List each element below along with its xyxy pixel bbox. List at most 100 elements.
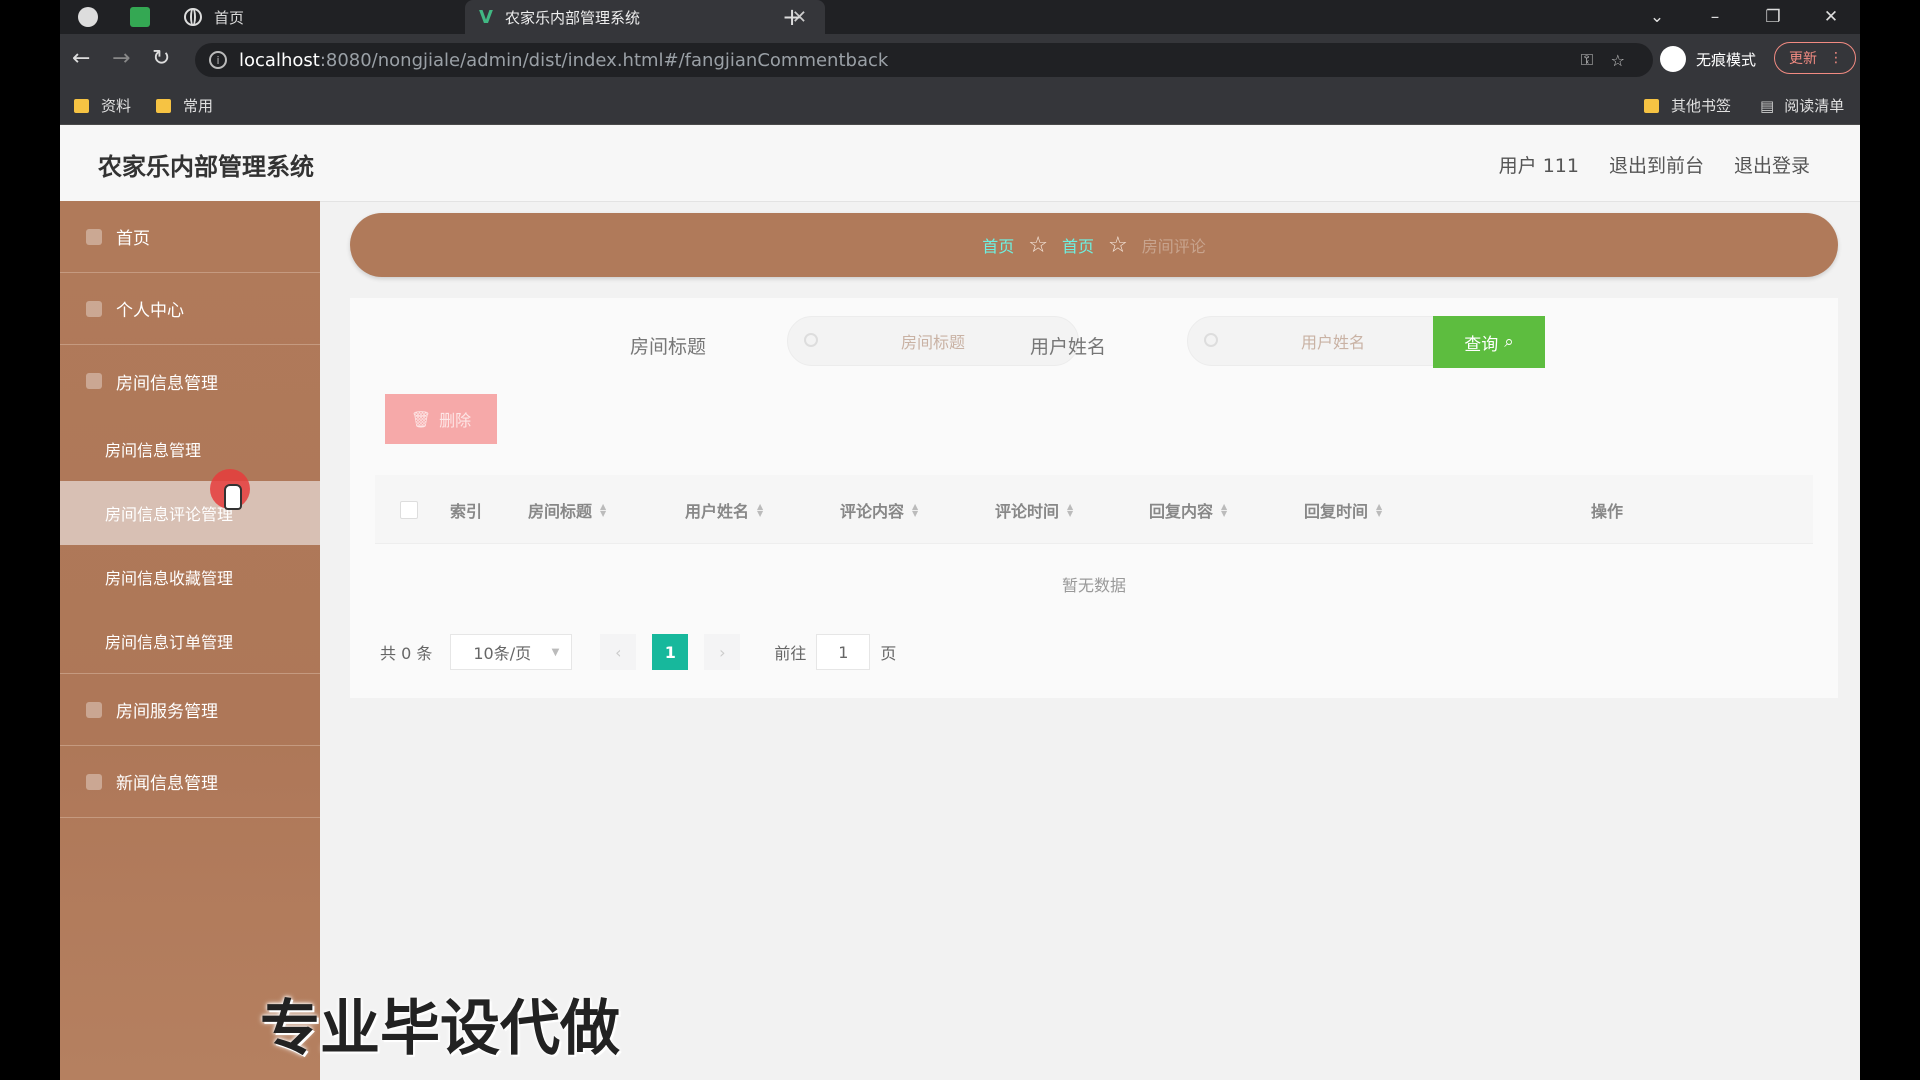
sidebar-item-label: 个人中心 [116, 301, 184, 321]
forward-icon[interactable]: → [112, 46, 130, 71]
update-button[interactable]: 更新 ⋮ [1774, 42, 1856, 74]
column-comment-time[interactable]: 评论时间 ▲ ▼ [995, 498, 1073, 522]
next-page-button[interactable]: › [704, 634, 741, 670]
page-size-select[interactable]: 10条/页 ▼ [450, 634, 573, 670]
logout-link[interactable]: 退出登录 [1734, 151, 1810, 178]
incognito-icon [1660, 46, 1686, 72]
sidebar-subitem-room-info[interactable]: 房间信息管理 [60, 417, 320, 481]
column-label: 操作 [1591, 502, 1624, 521]
sidebar-item-news[interactable]: 新闻信息管理 [60, 746, 320, 818]
column-index: 索引 [450, 498, 482, 522]
header-links: 用户 111 退出到前台 退出登录 [1499, 151, 1810, 178]
room-title-label: 房间标题 [630, 336, 707, 358]
more-vert-icon[interactable]: ⋮ [1829, 50, 1843, 66]
breadcrumb-current: 房间评论 [1141, 237, 1206, 256]
delete-button[interactable]: 🗑 删除 [385, 394, 497, 444]
reload-icon[interactable]: ↻ [152, 46, 170, 71]
url-path: :8080/nongjiale/admin/dist/index.html#/f… [319, 49, 889, 71]
bookmark-folder[interactable]: 资料 [74, 95, 131, 116]
chevron-down-icon: ▼ [551, 646, 560, 658]
star-icon: ☆ [1028, 232, 1048, 258]
column-user-name[interactable]: 用户姓名 ▲ ▼ [685, 498, 763, 522]
news-icon [86, 773, 102, 790]
search-icon [1204, 333, 1218, 347]
bookmark-star-icon[interactable]: ☆ [1611, 51, 1625, 70]
query-button[interactable]: 查询 ⌕ [1433, 316, 1545, 368]
breadcrumb-home-2[interactable]: 首页 [1062, 233, 1094, 257]
browser-account-icon[interactable] [78, 7, 98, 27]
page-number[interactable]: 1 [652, 634, 689, 670]
other-bookmarks[interactable]: 其他书签 [1644, 95, 1731, 116]
app-title: 农家乐内部管理系统 [98, 153, 314, 181]
app-header: 农家乐内部管理系统 用户 111 退出到前台 退出登录 [60, 125, 1860, 202]
minimize-icon[interactable]: – [1686, 7, 1744, 27]
url-host: localhost [239, 49, 320, 71]
goto-prefix: 前往 [774, 644, 807, 663]
search-icon [804, 333, 818, 347]
close-window-icon[interactable]: ✕ [1802, 7, 1860, 27]
incognito-indicator[interactable]: 无痕模式 [1660, 46, 1756, 72]
column-reply-content[interactable]: 回复内容 ▲ ▼ [1149, 498, 1227, 522]
breadcrumb-home[interactable]: 首页 [982, 233, 1014, 257]
reading-list-icon: ▤ [1760, 96, 1775, 115]
sidebar-subitem-room-comments[interactable]: 房间信息评论管理 [60, 481, 320, 545]
sort-icon[interactable]: ▲ ▼ [1221, 503, 1227, 518]
column-room-title[interactable]: 房间标题 ▲ ▼ [528, 498, 606, 522]
prev-page-button[interactable]: ‹ [600, 634, 637, 670]
browser-tab-bar: 首页 ✕ V 农家乐内部管理系统 ✕ + ⌄ – ❐ ✕ [60, 0, 1860, 34]
goto-page-input[interactable]: 1 [816, 634, 871, 670]
sidebar-item-profile[interactable]: 个人中心 [60, 273, 320, 345]
watermark-text: 专业毕设代做 [260, 994, 620, 1064]
pagination: 共 0 条 10条/页 ▼ ‹ 1 › 前往 1 页 [380, 634, 896, 670]
screen: 首页 ✕ V 农家乐内部管理系统 ✕ + ⌄ – ❐ ✕ ← → ↻ i loc… [60, 0, 1860, 1080]
update-label: 更新 [1789, 51, 1817, 67]
sidebar-subitem-label: 房间信息评论管理 [105, 505, 234, 524]
tab-admin[interactable]: V 农家乐内部管理系统 ✕ [465, 0, 825, 34]
sidebar-submenu: 房间信息管理 房间信息评论管理 房间信息收藏管理 房间信息订单管理 [60, 417, 320, 674]
column-comment-content[interactable]: 评论内容 ▲ ▼ [840, 498, 918, 522]
sort-icon[interactable]: ▲ ▼ [757, 503, 763, 518]
sidebar-item-room-service[interactable]: 房间服务管理 [60, 674, 320, 746]
key-icon[interactable]: ⚿ [1581, 50, 1593, 70]
select-all-checkbox[interactable] [400, 501, 418, 519]
bookmark-folder[interactable]: 常用 [156, 95, 213, 116]
star-icon: ☆ [1108, 232, 1128, 258]
address-bar[interactable]: i localhost:8080/nongjiale/admin/dist/in… [195, 43, 1653, 77]
site-info-icon[interactable]: i [209, 51, 227, 69]
sort-icon[interactable]: ▲ ▼ [600, 503, 606, 518]
folder-icon [74, 98, 89, 113]
back-to-front-link[interactable]: 退出到前台 [1609, 151, 1704, 178]
reading-list[interactable]: ▤ 阅读清单 [1760, 95, 1844, 116]
sort-icon[interactable]: ▲ ▼ [1067, 503, 1073, 518]
globe-icon [184, 8, 202, 26]
browser-toolbar: ← → ↻ i localhost:8080/nongjiale/admin/d… [60, 34, 1860, 86]
restore-icon[interactable]: ❐ [1744, 7, 1802, 27]
sidebar-subitem-room-favorites[interactable]: 房间信息收藏管理 [60, 545, 320, 609]
sidebar-subitem-room-orders[interactable]: 房间信息订单管理 [60, 609, 320, 673]
room-title-placeholder: 房间标题 [900, 333, 965, 352]
breadcrumb: 首页 ☆ 首页 ☆ 房间评论 [350, 213, 1838, 277]
home-icon [86, 228, 102, 245]
user-name-label: 用户姓名 [1030, 336, 1107, 358]
sidebar-item-home[interactable]: 首页 [60, 201, 320, 273]
sidebar-item-room-management[interactable]: 房间信息管理 [60, 345, 320, 417]
sort-icon[interactable]: ▲ ▼ [1376, 503, 1382, 518]
column-label: 评论内容 [840, 502, 905, 521]
sidebar: 首页 个人中心 房间信息管理 房间信息管理 房间信息评论管理 房间信息收藏管理 … [60, 201, 320, 1080]
sidebar-item-label: 新闻信息管理 [116, 774, 218, 794]
empty-state: 暂无数据 [1061, 576, 1126, 595]
column-label: 回复内容 [1149, 502, 1214, 521]
content-card: 房间标题 房间标题 用户姓名 用户姓名 查询 ⌕ 🗑 删除 索引 房间标题 ▲ ▼ … [350, 298, 1838, 698]
incognito-label: 无痕模式 [1696, 50, 1757, 69]
back-icon[interactable]: ← [72, 46, 90, 71]
sidebar-subitem-label: 房间信息收藏管理 [105, 569, 234, 588]
sort-icon[interactable]: ▲ ▼ [912, 503, 918, 518]
column-reply-time[interactable]: 回复时间 ▲ ▼ [1304, 498, 1382, 522]
table-header: 索引 房间标题 ▲ ▼ 用户姓名 ▲ ▼ 评论内容 ▲ ▼ 评论时间 ▲ ▼ 回复内容 ▲ ▼ 回复… [375, 475, 1813, 544]
new-tab-button[interactable]: + [782, 3, 802, 31]
tab-search-icon[interactable]: ⌄ [1628, 7, 1686, 27]
bookmark-label: 阅读清单 [1784, 97, 1845, 115]
column-actions: 操作 [1591, 498, 1623, 522]
bookmark-label: 其他书签 [1671, 97, 1732, 115]
sheets-app-icon[interactable] [130, 7, 150, 27]
